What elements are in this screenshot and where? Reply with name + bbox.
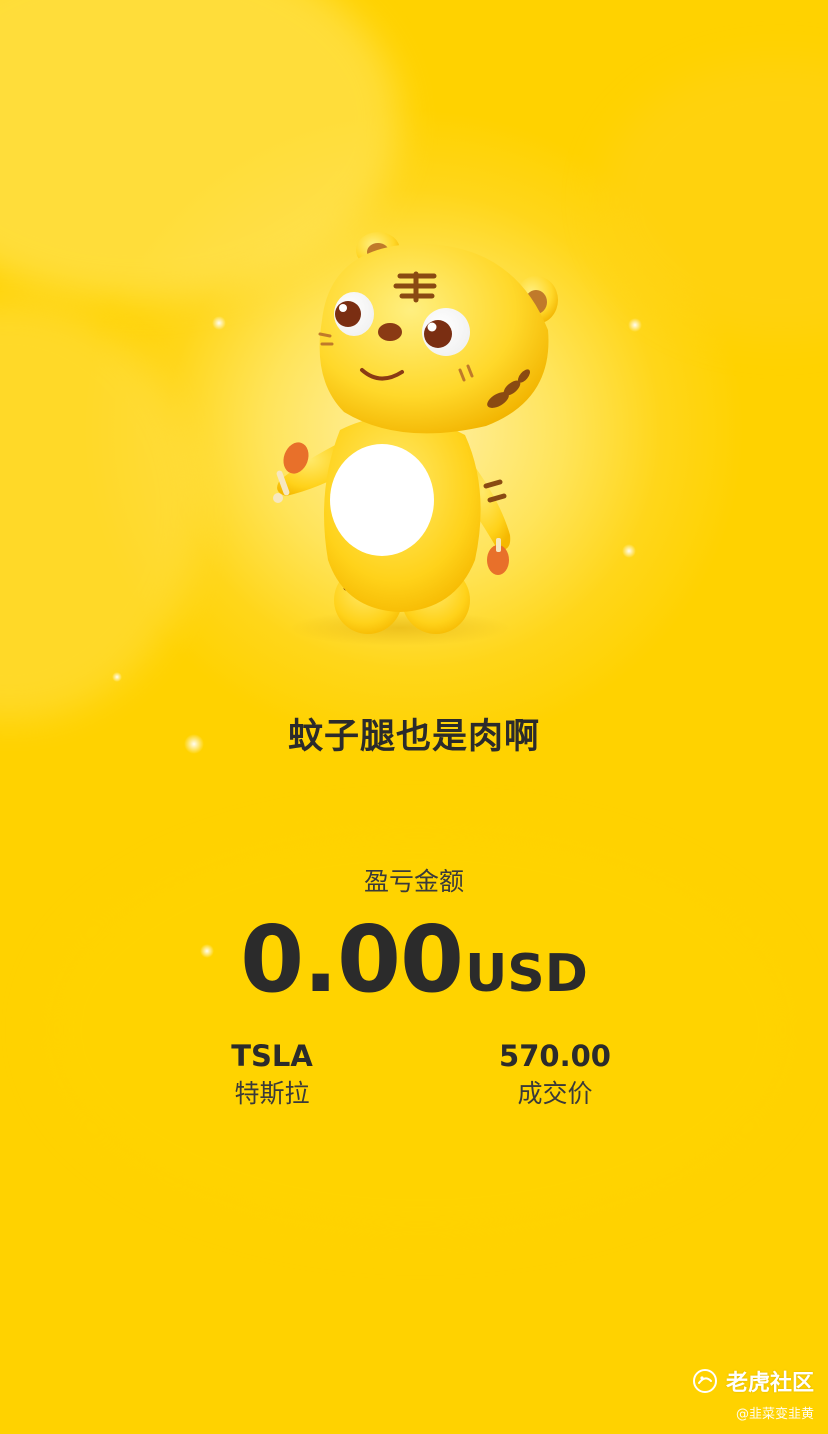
stock-info: TSLA 特斯拉 — [152, 1036, 392, 1112]
stock-symbol: TSLA — [231, 1039, 313, 1073]
sparkle — [212, 316, 226, 330]
trade-price: 570.00 — [499, 1039, 611, 1073]
trade-price-label: 成交价 — [517, 1079, 593, 1108]
pnl-currency: USD — [465, 944, 588, 1004]
sparkle — [112, 672, 122, 682]
stock-name: 特斯拉 — [234, 1079, 310, 1108]
background-swirl — [600, 60, 828, 340]
background-swirl — [0, 300, 200, 720]
tiger-mascot-illustration — [273, 232, 558, 646]
tiger-logo-icon — [692, 1369, 717, 1393]
pnl-amount: 0.00USD — [0, 906, 828, 1013]
author-handle: @韭菜变韭黄 — [735, 1407, 814, 1422]
trade-price-info: 570.00 成交价 — [435, 1036, 675, 1112]
community-watermark: 老虎社区 @韭菜变韭黄 — [692, 1365, 814, 1422]
share-card: 蚊子腿也是肉啊 盈亏金额 0.00USD TSLA 特斯拉 570.00 成交价… — [0, 0, 828, 1434]
pnl-number: 0.00 — [240, 906, 464, 1013]
sparkle — [622, 544, 636, 558]
sparkle — [628, 318, 642, 332]
pnl-label: 盈亏金额 — [363, 867, 464, 896]
community-name: 老虎社区 — [725, 1371, 814, 1396]
slogan-text: 蚊子腿也是肉啊 — [287, 717, 540, 757]
